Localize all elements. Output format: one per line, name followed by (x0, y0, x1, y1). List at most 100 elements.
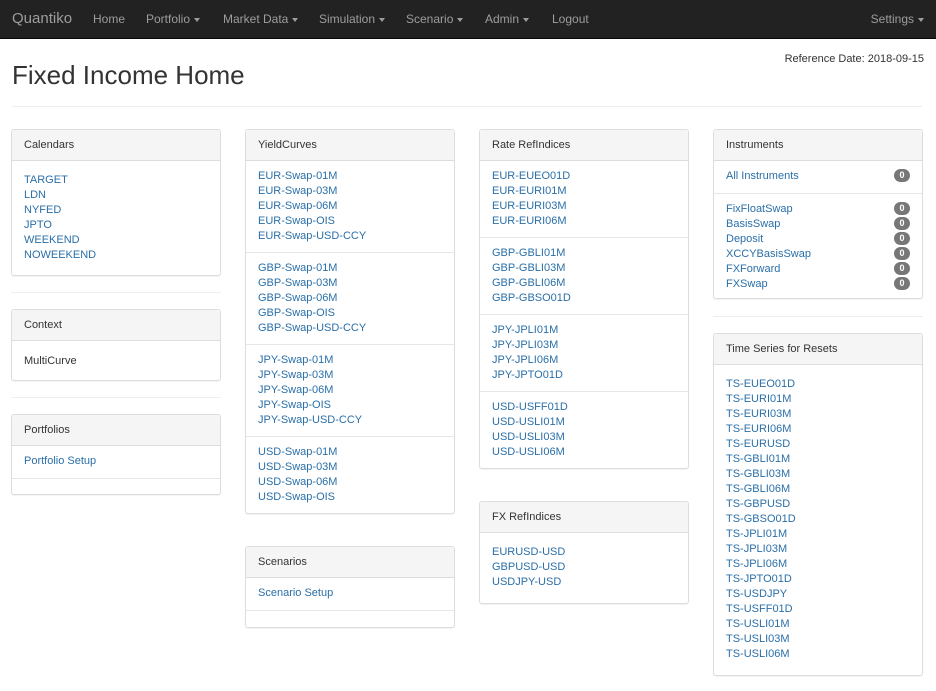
yieldcurve-link[interactable]: EUR-Swap-01M (258, 169, 442, 184)
nav-logout[interactable]: Logout (552, 12, 589, 26)
fx-refindices-panel: FX RefIndices EURUSD-USD GBPUSD-USD USDJ… (479, 501, 689, 604)
yieldcurve-link[interactable]: GBP-Swap-03M (258, 276, 442, 291)
scenarios-panel-title: Scenarios (246, 547, 454, 578)
refindex-link[interactable]: JPY-JPTO01D (492, 368, 676, 383)
instrument-type-link[interactable]: Deposit (726, 232, 910, 247)
instrument-type-link[interactable]: FXForward (726, 262, 910, 277)
time-series-link[interactable]: TS-EURI03M (726, 407, 910, 422)
yieldcurve-link[interactable]: EUR-Swap-OIS (258, 214, 442, 229)
nav-scenario-dropdown[interactable]: Scenario (406, 12, 464, 26)
instrument-type-link[interactable]: FXSwap (726, 277, 910, 292)
caret-down-icon (457, 17, 464, 22)
calendar-link[interactable]: NYFED (24, 203, 208, 218)
yieldcurve-link[interactable]: JPY-Swap-OIS (258, 398, 442, 413)
nav-settings-dropdown[interactable]: Settings (871, 12, 924, 26)
fx-refindex-link[interactable]: USDJPY-USD (492, 575, 676, 590)
time-series-link[interactable]: TS-EUEO01D (726, 377, 910, 392)
refindex-link[interactable]: GBP-GBSO01D (492, 291, 676, 306)
calendar-link[interactable]: JPTO (24, 218, 208, 233)
instrument-type-link[interactable]: BasisSwap (726, 217, 910, 232)
time-series-link[interactable]: TS-USFF01D (726, 602, 910, 617)
yieldcurve-link[interactable]: USD-Swap-06M (258, 475, 442, 490)
yieldcurve-link[interactable]: JPY-Swap-01M (258, 353, 442, 368)
refindex-link[interactable]: GBP-GBLI06M (492, 276, 676, 291)
yieldcurve-link[interactable]: EUR-Swap-03M (258, 184, 442, 199)
yieldcurve-link[interactable]: GBP-Swap-01M (258, 261, 442, 276)
yieldcurve-link[interactable]: USD-Swap-03M (258, 460, 442, 475)
fx-refindices-panel-title: FX RefIndices (480, 502, 688, 533)
refindex-link[interactable]: JPY-JPLI03M (492, 338, 676, 353)
refindex-link[interactable]: USD-USFF01D (492, 400, 676, 415)
yieldcurve-link[interactable]: JPY-Swap-06M (258, 383, 442, 398)
yieldcurve-link[interactable]: USD-Swap-OIS (258, 490, 442, 505)
scenarios-footer (246, 611, 454, 627)
yieldcurve-link[interactable]: EUR-Swap-06M (258, 199, 442, 214)
instrument-type-link[interactable]: FixFloatSwap (726, 202, 910, 217)
time-series-link[interactable]: TS-EURI01M (726, 392, 910, 407)
refindex-link[interactable]: EUR-EURI06M (492, 214, 676, 229)
nav-portfolio-dropdown[interactable]: Portfolio (146, 12, 201, 26)
calendars-list: TARGET LDN NYFED JPTO WEEKEND NOWEEKEND (12, 161, 220, 271)
time-series-link[interactable]: TS-EURUSD (726, 437, 910, 452)
refindex-link[interactable]: EUR-EURI01M (492, 184, 676, 199)
all-instruments-link[interactable]: All Instruments (726, 169, 910, 184)
refindex-link[interactable]: JPY-JPLI06M (492, 353, 676, 368)
calendar-link[interactable]: NOWEEKEND (24, 248, 208, 263)
fx-refindex-link[interactable]: EURUSD-USD (492, 545, 676, 560)
yieldcurve-link[interactable]: GBP-Swap-06M (258, 291, 442, 306)
time-series-link[interactable]: TS-JPLI01M (726, 527, 910, 542)
refindex-link[interactable]: JPY-JPLI01M (492, 323, 676, 338)
refindex-link[interactable]: USD-USLI03M (492, 430, 676, 445)
instrument-row: Deposit 0 (726, 232, 910, 247)
time-series-link[interactable]: TS-USLI01M (726, 617, 910, 632)
refindex-link[interactable]: GBP-GBLI03M (492, 261, 676, 276)
time-series-link[interactable]: TS-JPLI03M (726, 542, 910, 557)
refindex-link[interactable]: USD-USLI06M (492, 445, 676, 460)
portfolio-setup-link[interactable]: Portfolio Setup (24, 454, 208, 469)
context-panel-title: Context (12, 310, 220, 341)
time-series-link[interactable]: TS-JPLI06M (726, 557, 910, 572)
yieldcurve-link[interactable]: EUR-Swap-USD-CCY (258, 229, 442, 244)
calendar-link[interactable]: TARGET (24, 173, 208, 188)
nav-market-data-dropdown[interactable]: Market Data (223, 12, 299, 26)
refindex-link[interactable]: EUR-EURI03M (492, 199, 676, 214)
time-series-link[interactable]: TS-JPTO01D (726, 572, 910, 587)
refindex-link[interactable]: EUR-EUEO01D (492, 169, 676, 184)
time-series-link[interactable]: TS-GBPUSD (726, 497, 910, 512)
nav-home[interactable]: Home (93, 12, 125, 26)
count-badge: 0 (894, 247, 910, 260)
yieldcurve-link[interactable]: USD-Swap-01M (258, 445, 442, 460)
calendars-panel: Calendars TARGET LDN NYFED JPTO WEEKEND … (11, 129, 221, 276)
portfolios-panel-title: Portfolios (12, 415, 220, 446)
brand-link[interactable]: Quantiko (12, 10, 72, 27)
time-series-link[interactable]: TS-GBLI06M (726, 482, 910, 497)
nav-scenario-label: Scenario (406, 12, 454, 26)
yieldcurve-link[interactable]: JPY-Swap-03M (258, 368, 442, 383)
refindex-group-gbp: GBP-GBLI01M GBP-GBLI03M GBP-GBLI06M GBP-… (480, 238, 688, 315)
fx-refindex-link[interactable]: GBPUSD-USD (492, 560, 676, 575)
calendar-link[interactable]: LDN (24, 188, 208, 203)
top-navbar: Quantiko Home Portfolio Market Data Simu… (0, 0, 936, 39)
yieldcurve-link[interactable]: GBP-Swap-OIS (258, 306, 442, 321)
scenario-setup-link[interactable]: Scenario Setup (258, 586, 442, 601)
time-series-link[interactable]: TS-USDJPY (726, 587, 910, 602)
time-series-link[interactable]: TS-GBSO01D (726, 512, 910, 527)
column-divider (713, 316, 923, 317)
nav-simulation-dropdown[interactable]: Simulation (319, 12, 386, 26)
time-series-link[interactable]: TS-USLI03M (726, 632, 910, 647)
refindex-group-usd: USD-USFF01D USD-USLI01M USD-USLI03M USD-… (480, 392, 688, 468)
context-body: MultiCurve (12, 341, 220, 375)
instrument-type-link[interactable]: XCCYBasisSwap (726, 247, 910, 262)
yieldcurve-link[interactable]: GBP-Swap-USD-CCY (258, 321, 442, 336)
refindex-link[interactable]: USD-USLI01M (492, 415, 676, 430)
yieldcurve-link[interactable]: JPY-Swap-USD-CCY (258, 413, 442, 428)
time-series-link[interactable]: TS-EURI06M (726, 422, 910, 437)
time-series-link[interactable]: TS-GBLI03M (726, 467, 910, 482)
nav-admin-dropdown[interactable]: Admin (485, 12, 530, 26)
calendar-link[interactable]: WEEKEND (24, 233, 208, 248)
time-series-link[interactable]: TS-USLI06M (726, 647, 910, 662)
refindex-link[interactable]: GBP-GBLI01M (492, 246, 676, 261)
count-badge: 0 (894, 202, 910, 215)
portfolios-footer (12, 479, 220, 495)
time-series-link[interactable]: TS-GBLI01M (726, 452, 910, 467)
